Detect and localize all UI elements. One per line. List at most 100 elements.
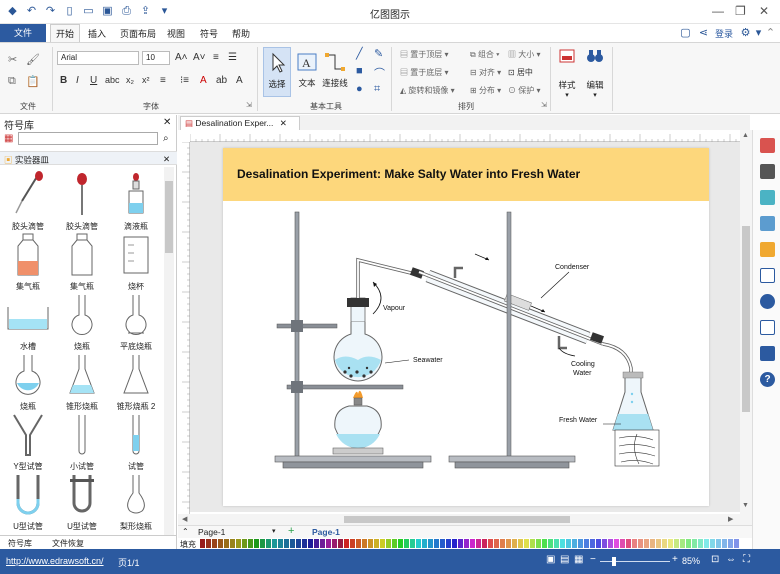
color-swatch[interactable]: [662, 539, 667, 548]
color-swatch[interactable]: [674, 539, 679, 548]
pen-tool-icon[interactable]: ✎: [374, 47, 383, 60]
color-swatch[interactable]: [266, 539, 271, 548]
color-swatch[interactable]: [296, 539, 301, 548]
format-panel-icon[interactable]: [760, 138, 775, 153]
color-swatch[interactable]: [542, 539, 547, 548]
text-tool-button[interactable]: A 文本: [293, 47, 321, 97]
notes-icon[interactable]: [760, 320, 775, 335]
shrink-font-icon[interactable]: A˅: [193, 52, 206, 63]
symbol-item[interactable]: 集气瓶: [55, 231, 109, 291]
color-swatch[interactable]: [380, 539, 385, 548]
format-painter-icon[interactable]: 🖌: [26, 53, 40, 66]
color-swatches[interactable]: [200, 538, 740, 549]
symbol-item[interactable]: U型试管: [55, 471, 109, 531]
superscript-icon[interactable]: x²: [142, 75, 150, 85]
zoom-in-icon[interactable]: +: [672, 554, 678, 565]
website-link[interactable]: http://www.edrawsoft.cn/: [6, 556, 104, 566]
color-swatch[interactable]: [734, 539, 739, 548]
protect-button[interactable]: ⊙ 保护 ▾: [508, 85, 540, 96]
symbol-item[interactable]: 锥形烧瓶: [55, 351, 109, 411]
text-style-icon[interactable]: A: [236, 75, 243, 86]
color-swatch[interactable]: [434, 539, 439, 548]
align-button[interactable]: ⊟ 对齐 ▾: [470, 67, 501, 78]
menu-help[interactable]: 帮助: [232, 27, 250, 40]
color-swatch[interactable]: [308, 539, 313, 548]
zoom-slider-thumb[interactable]: [612, 557, 616, 566]
font-color-icon[interactable]: A: [200, 75, 207, 86]
tab-symbol-library[interactable]: 符号库: [8, 538, 32, 549]
color-swatch[interactable]: [302, 539, 307, 548]
color-swatch[interactable]: [374, 539, 379, 548]
rotate-mirror-button[interactable]: ◭ 旋转和镜像 ▾: [400, 85, 455, 96]
color-swatch[interactable]: [710, 539, 715, 548]
symbol-item[interactable]: 水槽: [1, 291, 55, 351]
color-swatch[interactable]: [350, 539, 355, 548]
color-swatch[interactable]: [500, 539, 505, 548]
view-fit-icon[interactable]: ▦: [574, 554, 583, 565]
label-cooling-water-1[interactable]: Cooling: [571, 361, 595, 368]
color-swatch[interactable]: [566, 539, 571, 548]
page-tab[interactable]: Page-1: [312, 527, 340, 537]
color-swatch[interactable]: [686, 539, 691, 548]
color-swatch[interactable]: [560, 539, 565, 548]
scroll-left-arrow-icon[interactable]: ◀: [182, 515, 187, 523]
scroll-right-arrow-icon[interactable]: ▶: [728, 515, 733, 523]
page-properties-icon[interactable]: [760, 268, 775, 283]
symbol-item[interactable]: 集气瓶: [1, 231, 55, 291]
color-swatch[interactable]: [464, 539, 469, 548]
color-swatch[interactable]: [656, 539, 661, 548]
library-scrollbar[interactable]: [164, 167, 174, 535]
copy-icon[interactable]: ⧉: [8, 75, 16, 88]
color-swatch[interactable]: [644, 539, 649, 548]
color-swatch[interactable]: [368, 539, 373, 548]
color-swatch[interactable]: [278, 539, 283, 548]
pages-collapse-icon[interactable]: ⌃: [182, 527, 189, 536]
symbol-item[interactable]: 平底烧瓶: [109, 291, 163, 351]
color-swatch[interactable]: [614, 539, 619, 548]
diagram-heading[interactable]: Desalination Experiment: Make Salty Wate…: [237, 167, 581, 181]
color-swatch[interactable]: [254, 539, 259, 548]
scroll-up-arrow-icon[interactable]: ▲: [742, 132, 749, 139]
scrollbar-thumb[interactable]: [165, 181, 173, 253]
bullets-icon[interactable]: ⁝≡: [180, 75, 189, 86]
color-swatch[interactable]: [326, 539, 331, 548]
color-swatch[interactable]: [572, 539, 577, 548]
line-tool-icon[interactable]: ╱: [356, 47, 363, 60]
symbol-item[interactable]: 烧瓶: [55, 291, 109, 351]
color-swatch[interactable]: [650, 539, 655, 548]
library-close-icon[interactable]: ✕: [163, 117, 171, 128]
color-swatch[interactable]: [398, 539, 403, 548]
color-swatch[interactable]: [506, 539, 511, 548]
line-style-icon[interactable]: [760, 164, 775, 179]
color-swatch[interactable]: [602, 539, 607, 548]
menu-file[interactable]: 文件: [0, 24, 46, 42]
label-condenser[interactable]: Condenser: [555, 264, 590, 271]
color-swatch[interactable]: [620, 539, 625, 548]
color-swatch[interactable]: [338, 539, 343, 548]
comments-icon[interactable]: [760, 346, 775, 361]
horizontal-scrollbar[interactable]: ◀ ▶: [178, 514, 752, 525]
menu-view[interactable]: 视图: [167, 27, 185, 40]
symbol-item[interactable]: 烧瓶: [1, 351, 55, 411]
distribute-button[interactable]: ⊞ 分布 ▾: [470, 85, 501, 96]
color-swatch[interactable]: [362, 539, 367, 548]
color-swatch[interactable]: [356, 539, 361, 548]
label-vapour[interactable]: Vapour: [383, 305, 406, 312]
color-swatch[interactable]: [392, 539, 397, 548]
vertical-scrollbar[interactable]: ▲ ▼: [740, 130, 752, 514]
zoom-slider[interactable]: [600, 561, 670, 562]
menu-page-layout[interactable]: 页面布局: [120, 27, 156, 40]
library-menu-icon[interactable]: ▦: [4, 133, 13, 144]
color-swatch[interactable]: [230, 539, 235, 548]
font-size-select[interactable]: 10: [142, 51, 170, 65]
label-seawater[interactable]: Seawater: [413, 357, 443, 364]
color-swatch[interactable]: [584, 539, 589, 548]
arc-tool-icon[interactable]: ⌒: [374, 65, 385, 81]
document-tab[interactable]: ▤ Desalination Exper... ✕: [180, 116, 300, 130]
label-fresh-water[interactable]: Fresh Water: [559, 417, 598, 424]
color-swatch[interactable]: [428, 539, 433, 548]
underline-icon[interactable]: U: [90, 75, 97, 86]
color-swatch[interactable]: [290, 539, 295, 548]
alcohol-burner[interactable]: [332, 390, 384, 455]
color-swatch[interactable]: [482, 539, 487, 548]
